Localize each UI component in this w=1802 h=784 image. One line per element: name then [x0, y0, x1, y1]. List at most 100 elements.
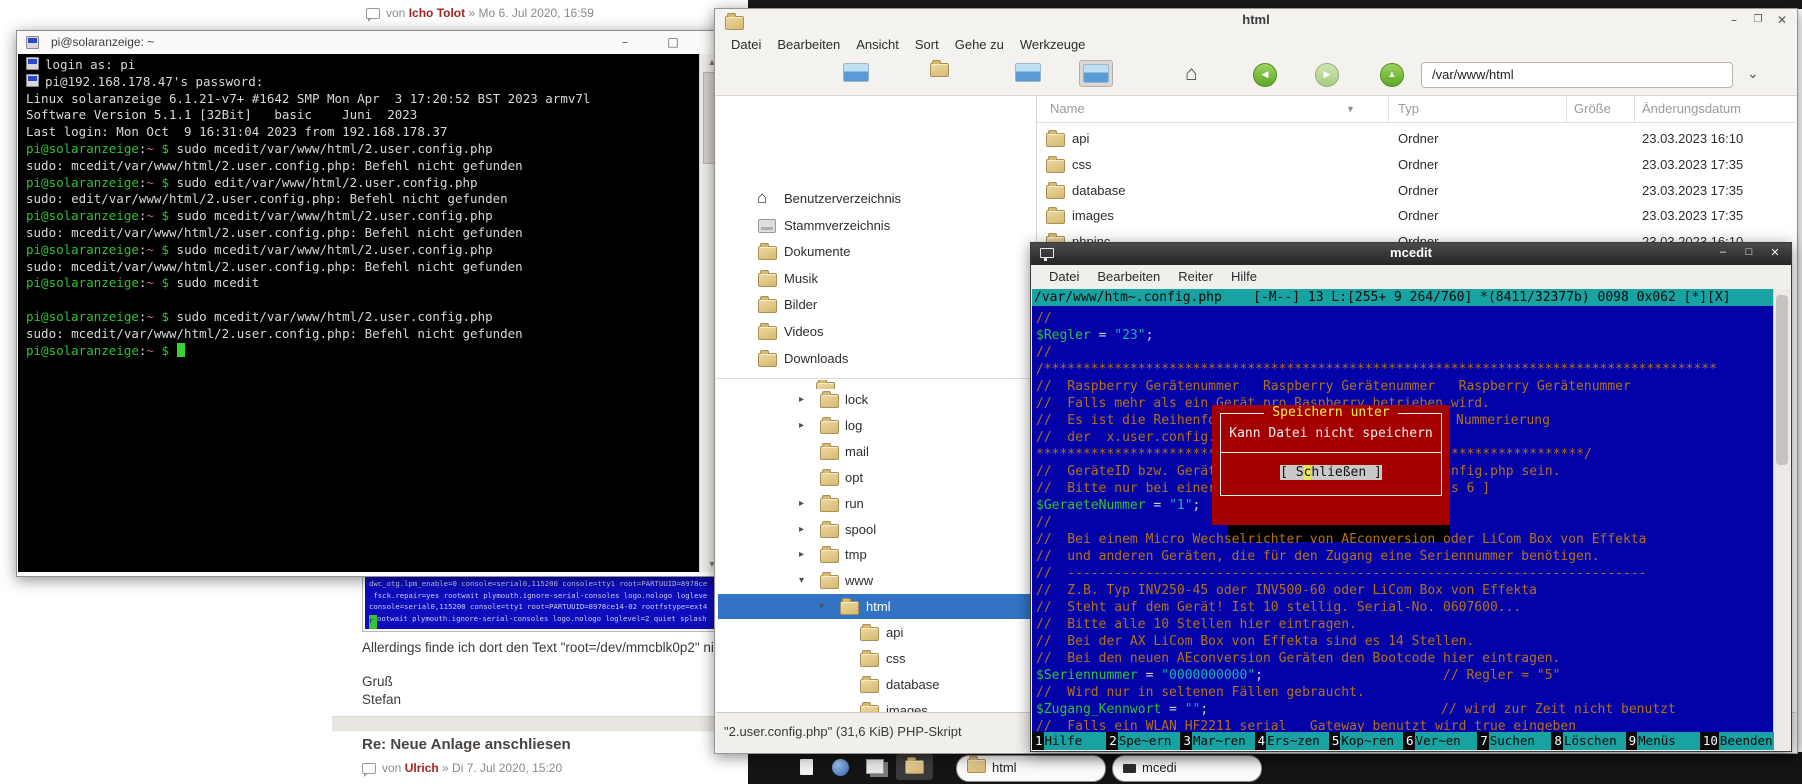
taskbar-button-html[interactable]: html — [956, 755, 1106, 782]
home-icon[interactable]: ⌂ — [1185, 63, 1198, 85]
fnkey-3[interactable]: 3Mar~ren — [1180, 732, 1254, 750]
window-list-icon[interactable] — [866, 759, 884, 774]
fm-menu-ansicht[interactable]: Ansicht — [856, 33, 899, 57]
fm-titlebar[interactable]: html – ❐ ✕ — [715, 9, 1797, 33]
sidebar-item-benutzerverzeichnis[interactable]: ⌂Benutzerverzeichnis — [716, 186, 1036, 211]
sidebar-item-videos[interactable]: Videos — [716, 319, 1036, 344]
file-row-css[interactable]: cssOrdner23.03.2023 17:35 — [1037, 152, 1796, 177]
chevron-right-icon[interactable]: ▸ — [799, 491, 804, 516]
putty-titlebar[interactable]: pi@solaranzeige: ~ – □ ✕ — [17, 31, 741, 54]
minimize-icon[interactable]: – — [605, 31, 645, 54]
home-icon: ⌂ — [757, 185, 767, 210]
chevron-right-icon[interactable]: ▸ — [799, 413, 804, 438]
fnkey-6[interactable]: 6Ver~en — [1403, 732, 1477, 750]
mcedit-scrollbar[interactable] — [1773, 289, 1790, 750]
sidebar-item-stammverzeichnis[interactable]: Stammverzeichnis — [716, 213, 1036, 238]
new-tab-icon[interactable] — [843, 63, 869, 82]
close-icon[interactable]: ✕ — [1763, 246, 1787, 259]
tree-item-lock[interactable]: ▸lock — [716, 387, 1036, 412]
mcedit-scrollbar-thumb[interactable] — [1776, 295, 1788, 465]
list-view-icon[interactable] — [1079, 60, 1113, 87]
post2-author-link[interactable]: Ulrich — [405, 761, 439, 775]
fm-menu-bearbeiten[interactable]: Bearbeiten — [777, 33, 840, 57]
column-header-größe[interactable]: Größe — [1574, 96, 1611, 122]
tree-item-images[interactable]: images — [716, 698, 1036, 713]
tree-item-log[interactable]: ▸log — [716, 413, 1036, 438]
sidebar-item-label: Musik — [784, 266, 818, 291]
code-segment: "0000000000" — [1161, 668, 1255, 683]
fnkey-10[interactable]: 10Beenden — [1700, 732, 1774, 750]
tree-item-html[interactable]: ▾html — [716, 594, 1036, 619]
maximize-icon[interactable]: □ — [1737, 246, 1761, 258]
sidebar-item-downloads[interactable]: Downloads — [716, 346, 1036, 371]
tree-item-tmp[interactable]: ▸tmp — [716, 542, 1036, 567]
mcedit-editor[interactable]: /var/www/htm~.config.php [-M--] 13 L:[25… — [1032, 289, 1774, 750]
mcedit-titlebar[interactable]: mcedit – □ ✕ — [1031, 243, 1791, 265]
tree-item-www[interactable]: ▾www — [716, 568, 1036, 593]
sidebar-item-label: Downloads — [784, 346, 848, 371]
chevron-down-icon[interactable]: ▾ — [799, 568, 804, 593]
fnkey-1[interactable]: 1Hilfe — [1032, 732, 1106, 750]
fm-menu-werkzeuge[interactable]: Werkzeuge — [1020, 33, 1086, 57]
file-row-api[interactable]: apiOrdner23.03.2023 16:10 — [1037, 126, 1796, 151]
fm-menu-gehe-zu[interactable]: Gehe zu — [955, 33, 1004, 57]
close-icon[interactable]: ✕ — [1771, 9, 1793, 32]
code-segment: nfig.php sein. — [1451, 463, 1561, 480]
sidebar-item-label: Videos — [784, 319, 824, 344]
show-desktop-icon[interactable] — [800, 759, 813, 775]
sidebar-item-dokumente[interactable]: Dokumente — [716, 239, 1036, 264]
restore-icon[interactable]: ❐ — [1747, 9, 1769, 32]
list-header[interactable]: NameTypGrößeÄnderungsdatum▼ — [1037, 96, 1796, 123]
tree-item-mail[interactable]: mail — [716, 439, 1036, 464]
column-header-änderungsdatum[interactable]: Änderungsdatum — [1642, 96, 1741, 122]
post-separator — [332, 716, 722, 732]
minimize-icon[interactable]: – — [1711, 246, 1735, 258]
post1-author-link[interactable]: Icho Tolot — [409, 6, 465, 20]
chevron-right-icon[interactable]: ▸ — [799, 542, 804, 567]
file-row-images[interactable]: imagesOrdner23.03.2023 17:35 — [1037, 203, 1796, 228]
tree-item-spool[interactable]: ▸spool — [716, 517, 1036, 542]
fnkey-8[interactable]: 8Löschen — [1551, 732, 1625, 750]
file-row-database[interactable]: databaseOrdner23.03.2023 17:35 — [1037, 178, 1796, 203]
fnkey-2[interactable]: 2Spe~ern — [1106, 732, 1180, 750]
mcedit-menu-hilfe[interactable]: Hilfe — [1231, 265, 1257, 289]
chevron-down-icon[interactable]: ▾ — [819, 594, 824, 619]
tree-item-run[interactable]: ▸run — [716, 491, 1036, 516]
back-icon[interactable]: ◀ — [1253, 63, 1277, 87]
icon-view-icon[interactable] — [1015, 63, 1041, 82]
fnkey-5[interactable]: 5Kop~ren — [1329, 732, 1403, 750]
tree-item-css[interactable]: css — [716, 646, 1036, 671]
fnkey-7[interactable]: 7Suchen — [1477, 732, 1551, 750]
fnkey-9[interactable]: 9Menüs — [1626, 732, 1700, 750]
sidebar-item-bilder[interactable]: Bilder — [716, 292, 1036, 317]
new-folder-icon[interactable] — [930, 63, 949, 77]
fm-menu-datei[interactable]: Datei — [731, 33, 761, 57]
fnkey-4[interactable]: 4Ers~zen — [1255, 732, 1329, 750]
post2-title[interactable]: Re: Neue Anlage anschliesen — [362, 736, 571, 753]
fm-menu-sort[interactable]: Sort — [915, 33, 939, 57]
sidebar-item-musik[interactable]: Musik — [716, 266, 1036, 291]
up-icon[interactable]: ▲ — [1380, 63, 1404, 87]
column-header-typ[interactable]: Typ — [1398, 96, 1419, 122]
maximize-icon[interactable]: □ — [653, 31, 693, 54]
path-input[interactable]: /var/www/html — [1421, 62, 1733, 88]
tree-item-opt[interactable]: opt — [716, 465, 1036, 490]
chevron-down-icon[interactable]: ⌄ — [1747, 65, 1759, 82]
code-segment: // Bei einem Micro Wechselrichter von AE… — [1036, 532, 1646, 547]
browser-icon[interactable] — [832, 759, 849, 776]
close-dialog-button[interactable]: [ Schließen ] — [1280, 465, 1382, 480]
tree-item-api[interactable]: api — [716, 620, 1036, 645]
forward-icon[interactable]: ▶ — [1315, 63, 1339, 87]
chevron-right-icon[interactable]: ▸ — [799, 387, 804, 412]
column-header-name[interactable]: Name — [1050, 96, 1085, 122]
minimize-icon[interactable]: – — [1723, 9, 1745, 32]
mcedit-menu-reiter[interactable]: Reiter — [1178, 265, 1213, 289]
taskbar-button-mcedi[interactable]: mcedi — [1112, 755, 1262, 782]
mcedit-menu-bearbeiten[interactable]: Bearbeiten — [1097, 265, 1160, 289]
mcedit-menu-datei[interactable]: Datei — [1049, 265, 1079, 289]
chevron-right-icon[interactable]: ▸ — [799, 517, 804, 542]
tree-item-database[interactable]: database — [716, 672, 1036, 697]
sidebar-item-label: Dokumente — [784, 239, 850, 264]
file-manager-icon[interactable] — [896, 754, 933, 780]
terminal-area[interactable]: login as: pipi@192.168.178.47's password… — [18, 54, 740, 572]
